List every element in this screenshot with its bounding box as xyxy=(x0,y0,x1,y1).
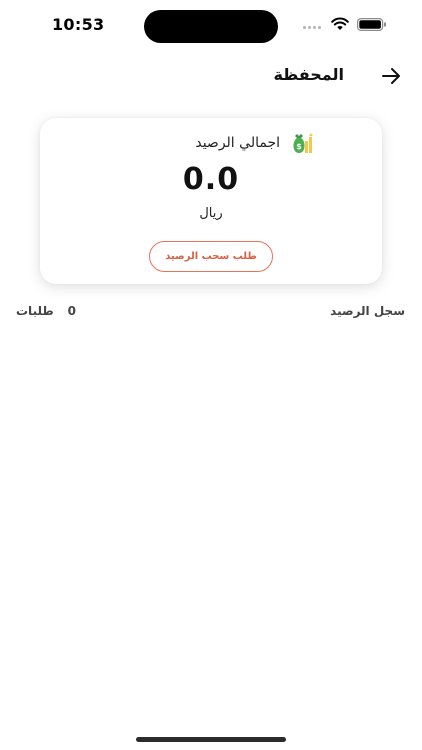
requests-count-label: طلبات xyxy=(16,304,54,318)
money-bag-icon: $ xyxy=(293,133,313,153)
currency-label: ريال xyxy=(199,206,223,221)
dynamic-island xyxy=(144,10,278,43)
wifi-icon xyxy=(331,17,349,30)
signal-icon xyxy=(303,26,321,29)
withdraw-request-button[interactable]: طلب سحب الرصيد xyxy=(149,241,273,272)
requests-count: 0 طلبات xyxy=(16,304,76,318)
status-time: 10:53 xyxy=(52,15,105,34)
balance-history-title: سجل الرصيد xyxy=(330,304,405,318)
battery-icon xyxy=(357,18,386,31)
requests-count-value: 0 xyxy=(67,304,77,318)
arrow-right-icon[interactable] xyxy=(380,66,402,86)
total-balance-label: اجمالي الرصيد xyxy=(195,135,280,151)
balance-amount: 0.0 xyxy=(182,162,240,197)
home-indicator[interactable] xyxy=(136,737,286,742)
svg-text:$: $ xyxy=(296,142,302,151)
page-title: المحفظة xyxy=(273,65,344,84)
balance-card-header: $ اجمالي الرصيد xyxy=(195,132,314,154)
